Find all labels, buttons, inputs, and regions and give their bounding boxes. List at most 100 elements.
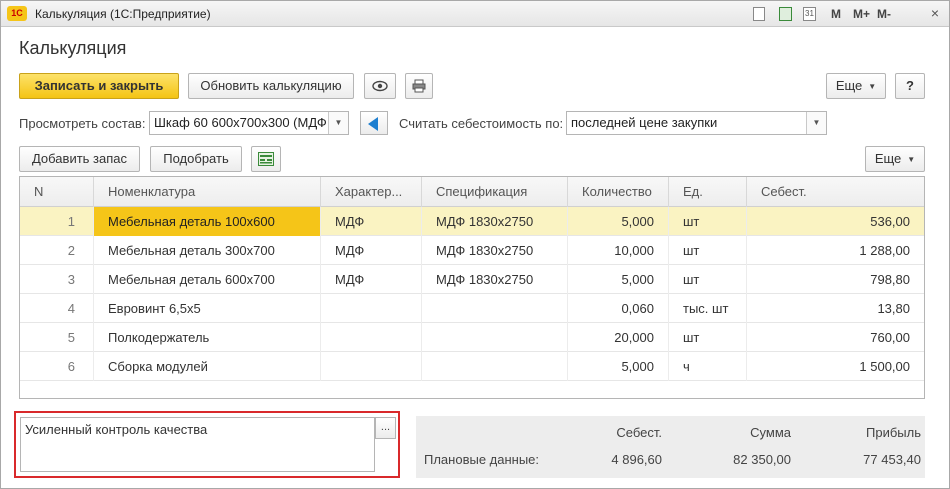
characteristic-cell[interactable] xyxy=(321,352,422,381)
export-button[interactable] xyxy=(251,146,281,172)
quantity-cell[interactable]: 10,000 xyxy=(568,236,669,265)
calculator-icon[interactable] xyxy=(779,7,792,21)
caret-down-icon: ▼ xyxy=(907,155,916,164)
comment-field[interactable]: Усиленный контроль качества xyxy=(20,417,375,472)
specification-cell[interactable] xyxy=(422,323,568,352)
characteristic-cell[interactable]: МДФ xyxy=(321,236,422,265)
window-title: Калькуляция (1С:Предприятие) xyxy=(35,7,211,21)
table-row[interactable]: 5 Полкодержатель 20,000 шт 760,00 xyxy=(20,323,924,352)
table-row[interactable]: 6 Сборка модулей 5,000 ч 1 500,00 xyxy=(20,352,924,381)
dropdown-icon[interactable]: ▼ xyxy=(328,112,348,134)
quantity-cell[interactable]: 5,000 xyxy=(568,265,669,294)
comment-highlight: Усиленный контроль качества ... xyxy=(14,411,400,478)
table-row[interactable]: 3 Мебельная деталь 600х700 МДФ МДФ 1830х… xyxy=(20,265,924,294)
nomenclature-cell[interactable]: Евровинт 6,5х5 xyxy=(94,294,321,323)
header-specification[interactable]: Спецификация xyxy=(422,177,568,207)
cost-cell[interactable]: 536,00 xyxy=(747,207,924,236)
dropdown-icon[interactable]: ▼ xyxy=(806,112,826,134)
printer-icon xyxy=(412,79,426,93)
quantity-cell[interactable]: 5,000 xyxy=(568,352,669,381)
calc-cost-value: последней цене закупки xyxy=(571,115,718,130)
header-nomenclature[interactable]: Номенклатура xyxy=(94,177,321,207)
calendar-icon[interactable]: 31 xyxy=(803,7,816,21)
app-logo-icon: 1C xyxy=(7,6,27,21)
view-composition-label: Просмотреть состав: xyxy=(19,116,146,131)
nomenclature-cell[interactable]: Мебельная деталь 100х600 xyxy=(94,207,321,236)
specification-cell[interactable]: МДФ 1830х2750 xyxy=(422,236,568,265)
table-row[interactable]: 1 Мебельная деталь 100х600 МДФ МДФ 1830х… xyxy=(20,207,924,236)
totals-profit-value: 77 453,40 xyxy=(863,452,921,467)
calculation-table[interactable]: N Номенклатура Характер... Спецификация … xyxy=(19,176,925,399)
header-unit[interactable]: Ед. xyxy=(669,177,747,207)
title-bar: 1C Калькуляция (1С:Предприятие) 31 M M+ … xyxy=(1,1,949,27)
document-icon[interactable] xyxy=(753,7,765,21)
totals-sum-header: Сумма xyxy=(750,425,791,440)
quantity-cell[interactable]: 20,000 xyxy=(568,323,669,352)
view-button[interactable] xyxy=(364,73,396,99)
cost-cell[interactable]: 13,80 xyxy=(747,294,924,323)
spreadsheet-icon xyxy=(258,152,274,166)
quantity-cell[interactable]: 0,060 xyxy=(568,294,669,323)
print-button[interactable] xyxy=(405,73,433,99)
row-number: 6 xyxy=(20,352,94,381)
characteristic-cell[interactable] xyxy=(321,323,422,352)
unit-cell[interactable]: шт xyxy=(669,265,747,294)
grid-more-label: Еще xyxy=(874,151,902,166)
row-number: 3 xyxy=(20,265,94,294)
cost-cell[interactable]: 1 500,00 xyxy=(747,352,924,381)
memory-plus-button[interactable]: M+ xyxy=(853,7,870,21)
pick-button[interactable]: Подобрать xyxy=(150,146,242,172)
row-number: 5 xyxy=(20,323,94,352)
header-characteristic[interactable]: Характер... xyxy=(321,177,422,207)
totals-row-label: Плановые данные: xyxy=(424,452,540,467)
totals-sum-value: 82 350,00 xyxy=(733,452,791,467)
quantity-cell[interactable]: 5,000 xyxy=(568,207,669,236)
unit-cell[interactable]: шт xyxy=(669,323,747,352)
add-stock-button[interactable]: Добавить запас xyxy=(19,146,140,172)
more-menu-button[interactable]: Еще ▼ xyxy=(826,73,886,99)
eye-icon xyxy=(372,80,388,92)
characteristic-cell[interactable]: МДФ xyxy=(321,207,422,236)
cost-cell[interactable]: 1 288,00 xyxy=(747,236,924,265)
characteristic-cell[interactable]: МДФ xyxy=(321,265,422,294)
specification-cell[interactable]: МДФ 1830х2750 xyxy=(422,207,568,236)
refresh-calculation-button[interactable]: Обновить калькуляцию xyxy=(188,73,354,99)
calc-cost-label: Считать себестоимость по: xyxy=(399,116,564,131)
view-composition-value: Шкаф 60 600х700х300 (МДФ xyxy=(154,115,327,130)
nomenclature-cell[interactable]: Мебельная деталь 300х700 xyxy=(94,236,321,265)
save-and-close-button[interactable]: Записать и закрыть xyxy=(19,73,179,99)
specification-cell[interactable] xyxy=(422,294,568,323)
comment-edit-button[interactable]: ... xyxy=(375,417,396,439)
row-number: 1 xyxy=(20,207,94,236)
nomenclature-cell[interactable]: Полкодержатель xyxy=(94,323,321,352)
unit-cell[interactable]: шт xyxy=(669,207,747,236)
view-composition-select[interactable]: Шкаф 60 600х700х300 (МДФ ▼ xyxy=(149,111,349,135)
memory-button[interactable]: M xyxy=(831,7,841,21)
totals-profit-header: Прибыль xyxy=(866,425,921,440)
grid-more-menu-button[interactable]: Еще ▼ xyxy=(865,146,925,172)
back-button[interactable] xyxy=(360,111,388,135)
header-cost[interactable]: Себест. xyxy=(747,177,924,207)
memory-minus-button[interactable]: M- xyxy=(877,7,891,21)
caret-down-icon: ▼ xyxy=(868,82,877,91)
table-row[interactable]: 4 Евровинт 6,5х5 0,060 тыс. шт 13,80 xyxy=(20,294,924,323)
header-quantity[interactable]: Количество xyxy=(568,177,669,207)
totals-cost-header: Себест. xyxy=(616,425,662,440)
calc-cost-select[interactable]: последней цене закупки ▼ xyxy=(566,111,827,135)
unit-cell[interactable]: ч xyxy=(669,352,747,381)
specification-cell[interactable] xyxy=(422,352,568,381)
nomenclature-cell[interactable]: Сборка модулей xyxy=(94,352,321,381)
table-row[interactable]: 2 Мебельная деталь 300х700 МДФ МДФ 1830х… xyxy=(20,236,924,265)
close-button[interactable]: × xyxy=(927,5,943,21)
cost-cell[interactable]: 760,00 xyxy=(747,323,924,352)
totals-cost-value: 4 896,60 xyxy=(611,452,662,467)
cost-cell[interactable]: 798,80 xyxy=(747,265,924,294)
nomenclature-cell[interactable]: Мебельная деталь 600х700 xyxy=(94,265,321,294)
help-button[interactable]: ? xyxy=(895,73,925,99)
unit-cell[interactable]: шт xyxy=(669,236,747,265)
window: 1C Калькуляция (1С:Предприятие) 31 M M+ … xyxy=(0,0,950,489)
header-n[interactable]: N xyxy=(20,177,94,207)
unit-cell[interactable]: тыс. шт xyxy=(669,294,747,323)
specification-cell[interactable]: МДФ 1830х2750 xyxy=(422,265,568,294)
characteristic-cell[interactable] xyxy=(321,294,422,323)
